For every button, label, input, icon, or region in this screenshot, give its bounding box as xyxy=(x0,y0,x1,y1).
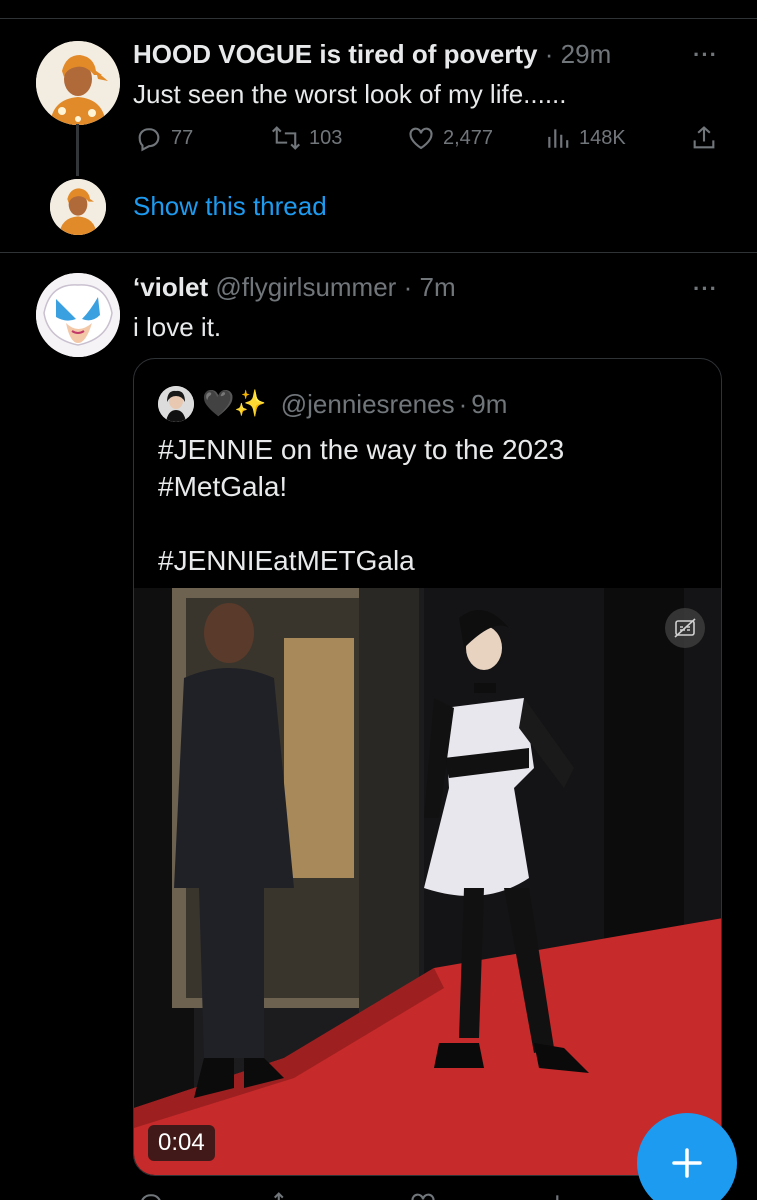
more-icon[interactable]: ··· xyxy=(693,42,718,68)
repost-count: 103 xyxy=(309,126,343,149)
top-divider xyxy=(0,18,757,19)
views-icon xyxy=(548,129,569,148)
video-duration: 0:04 xyxy=(148,1125,215,1161)
post-time[interactable]: 29m xyxy=(561,39,612,69)
show-thread-link[interactable]: Show this thread xyxy=(133,191,327,222)
avatar-image xyxy=(36,273,120,357)
share-button[interactable] xyxy=(690,124,726,152)
quote-line-blank xyxy=(158,505,698,542)
captions-button[interactable] xyxy=(665,608,705,648)
quote-line: #MetGala! xyxy=(158,471,288,502)
share-icon xyxy=(693,126,715,149)
display-name[interactable]: ʻviolet xyxy=(133,272,208,302)
repost-icon xyxy=(271,126,301,150)
compose-button[interactable] xyxy=(637,1113,737,1200)
thread-line xyxy=(76,124,79,176)
thread-avatar-image xyxy=(50,179,106,235)
quote-avatar-image xyxy=(158,386,194,422)
thread-avatar[interactable] xyxy=(50,179,106,235)
views-button[interactable]: 148K xyxy=(545,124,626,152)
video-player[interactable]: 0:04 xyxy=(134,588,721,1175)
separator: · xyxy=(544,39,554,69)
post-actions-partial xyxy=(133,1188,733,1200)
post-divider xyxy=(0,252,757,253)
reply-count: 77 xyxy=(171,126,194,149)
quote-line: #JENNIEatMETGala xyxy=(158,545,415,576)
quote-text: #JENNIE on the way to the 2023 #MetGala!… xyxy=(158,431,698,579)
post-header: HOOD VOGUE is tired of poverty · 29m xyxy=(133,39,611,70)
avatar-hood-vogue[interactable] xyxy=(36,41,120,125)
avatar-violet[interactable] xyxy=(36,273,120,357)
separator: · xyxy=(458,388,468,419)
like-icon[interactable] xyxy=(409,1190,437,1200)
views-icon[interactable] xyxy=(547,1190,573,1200)
avatar-image xyxy=(36,41,120,125)
post-actions: 77 103 2,477 148K xyxy=(133,124,733,154)
reply-icon xyxy=(138,128,160,152)
post-text: i love it. xyxy=(133,312,222,342)
like-count: 2,477 xyxy=(443,126,494,149)
quoted-post[interactable]: 🖤✨ @jenniesrenes · 9m #JENNIE on the way… xyxy=(133,358,722,1176)
quote-line: #JENNIE on the way to the 2023 xyxy=(158,434,565,465)
quote-avatar[interactable] xyxy=(158,386,194,422)
more-icon[interactable]: ··· xyxy=(693,276,718,302)
quote-header: 🖤✨ @jenniesrenes · 9m xyxy=(158,386,507,422)
post-text: Just seen the worst look of my life.....… xyxy=(133,79,567,109)
separator: · xyxy=(403,272,413,302)
compose-icon xyxy=(672,1148,702,1178)
reply-button[interactable]: 77 xyxy=(135,124,193,152)
quote-emoji: 🖤✨ xyxy=(202,389,267,419)
post-time[interactable]: 7m xyxy=(419,272,455,302)
repost-button[interactable]: 103 xyxy=(271,124,342,152)
quote-handle[interactable]: @jenniesrenes xyxy=(281,389,455,420)
handle[interactable]: @flygirlsummer xyxy=(215,272,396,302)
display-name[interactable]: HOOD VOGUE is tired of poverty xyxy=(133,39,538,69)
view-count: 148K xyxy=(579,126,626,149)
like-button[interactable]: 2,477 xyxy=(407,124,493,152)
post-header: ʻviolet @flygirlsummer · 7m xyxy=(133,272,456,303)
repost-icon[interactable] xyxy=(273,1190,303,1200)
quote-time[interactable]: 9m xyxy=(471,389,507,420)
like-icon xyxy=(409,127,433,150)
captions-icon xyxy=(674,618,696,638)
reply-icon[interactable] xyxy=(137,1190,165,1200)
video-frame xyxy=(134,588,721,1175)
